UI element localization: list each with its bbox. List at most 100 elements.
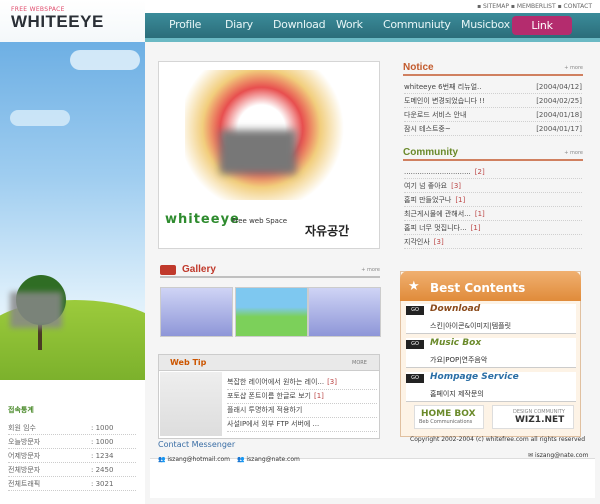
cloud: [70, 50, 140, 70]
best-contents-title: Best Contents: [430, 281, 526, 295]
community-text[interactable]: 지각인사: [404, 236, 430, 248]
stat-label: 전체방문자: [8, 466, 41, 474]
banner-title: WIZ1.NET: [515, 415, 565, 425]
community-row[interactable]: 홈피 만들었구나 [1]: [404, 194, 582, 207]
top-links[interactable]: ▪ SITEMAP ▪ MEMBERLIST ▪ CONTACT: [477, 3, 592, 10]
messenger-icon: 👥: [158, 456, 168, 463]
best-item-desc: 가요|POP|연주음악: [430, 356, 488, 364]
stat-row: 오늘방문자: 1000: [8, 435, 136, 449]
community-text[interactable]: 홈피 만들었구나: [404, 194, 451, 206]
stats-title: 접속통계: [8, 406, 34, 414]
stats-panel: 접속통계 회원 임수: 1000 오늘방문자: 1000 어제방문자: 1234…: [8, 405, 136, 491]
email-text[interactable]: iszang@nate.com: [535, 452, 588, 459]
main-nav: Profile Diary Download Work Communiuty M…: [145, 13, 600, 38]
best-item-download[interactable]: GO Download 스킨|아이콘&이미지|템플릿: [406, 304, 576, 334]
gallery-title: Gallery: [182, 264, 216, 275]
notice-title: Notice: [403, 62, 434, 73]
comment-count: [3]: [327, 378, 337, 386]
email-text[interactable]: iszang@hotmail.com: [167, 456, 230, 463]
community-row[interactable]: 홈피 너무 멋집니다... [1]: [404, 222, 582, 235]
gallery-thumb[interactable]: [235, 287, 308, 337]
camera-icon: [160, 265, 176, 275]
nav-community[interactable]: Communiuty: [383, 18, 451, 31]
webtip-text[interactable]: 사설IP에서 외부 FTP 서버에 ...: [227, 420, 319, 428]
webtip-row[interactable]: 복잡한 레이어에서 원하는 레이... [3]: [227, 376, 377, 390]
email-text[interactable]: iszang@nate.com: [246, 456, 299, 463]
cloud: [10, 110, 70, 126]
webtip-text[interactable]: 복잡한 레이어에서 원하는 레이...: [227, 378, 324, 386]
community-row[interactable]: 지각인사 [3]: [404, 236, 582, 249]
notice-text[interactable]: whiteeye 6번째 리뉴얼..: [404, 81, 481, 93]
hero-korean-title: 자유공간: [305, 224, 350, 238]
homebox-banner[interactable]: HOME BOX Beb Communications: [414, 405, 484, 429]
community-text[interactable]: 최근게시물에 관해서...: [404, 208, 471, 220]
notice-row[interactable]: 다운로드 서비스 안내 [2004/01/18]: [404, 109, 582, 122]
best-item-title[interactable]: Music Box: [430, 338, 481, 348]
notice-row[interactable]: 도메인이 변경되었습니다 !! [2004/02/25]: [404, 95, 582, 108]
stat-row: 어제방문자: 1234: [8, 449, 136, 463]
comment-count: [2]: [474, 168, 485, 176]
webtip-row[interactable]: 포토샵 폰트이름 한글로 보기 [1]: [227, 390, 377, 404]
community-text[interactable]: 여기 넘 좋아요: [404, 180, 447, 192]
banner-sub: DESIGN COMMUNITY: [513, 409, 565, 415]
community-more-link[interactable]: + more: [564, 150, 583, 156]
best-item-musicbox[interactable]: GO Music Box 가요|POP|연주음악: [406, 338, 576, 368]
notice-date: [2004/04/12]: [536, 83, 582, 91]
hero-subtitle: Free web Space: [232, 217, 288, 225]
community-row[interactable]: 여기 넘 좋아요 [3]: [404, 180, 582, 193]
webtip-text[interactable]: 플래시 투명하게 적용하기: [227, 406, 302, 414]
comment-count: [1]: [474, 210, 485, 218]
best-item-homepage[interactable]: GO Hompage Service 홈페이지 제작문의: [406, 372, 576, 402]
nav-musicbox[interactable]: Musicbox: [461, 18, 510, 31]
email-contact[interactable]: ✉ iszang@nate.com: [528, 452, 588, 459]
notice-text[interactable]: 다운로드 서비스 안내: [404, 109, 466, 121]
best-item-title[interactable]: Hompage Service: [430, 372, 519, 382]
site-logo[interactable]: WHITEEYE: [11, 12, 104, 32]
contact-messenger-title: Contact Messenger: [158, 440, 236, 449]
notice-date: [2004/02/25]: [536, 97, 582, 105]
email-hotmail[interactable]: 👥 iszang@hotmail.com: [158, 456, 230, 463]
email-nate[interactable]: 👥 iszang@nate.com: [237, 456, 300, 463]
footer: [150, 458, 595, 498]
star-icon: ★: [408, 279, 420, 294]
banner-title: HOME BOX: [421, 409, 476, 419]
notice-header: Notice + more: [403, 62, 583, 76]
community-text[interactable]: 홈피 너무 멋집니다...: [404, 222, 467, 234]
notice-row[interactable]: 잠시 테스트중~ [2004/01/17]: [404, 123, 582, 136]
nav-link[interactable]: Link: [512, 16, 572, 35]
notice-date: [2004/01/17]: [536, 125, 582, 133]
webtip-row[interactable]: 플래시 투명하게 적용하기: [227, 404, 377, 418]
community-title: Community: [403, 147, 458, 158]
mail-icon: ✉: [528, 452, 535, 459]
nav-diary[interactable]: Diary: [225, 18, 253, 31]
stat-label: 어제방문자: [8, 452, 41, 460]
community-row[interactable]: .............................. [2]: [404, 166, 582, 179]
gallery-thumb[interactable]: [308, 287, 381, 337]
webtip-text[interactable]: 포토샵 폰트이름 한글로 보기: [227, 392, 311, 400]
webtip-image: [160, 372, 222, 436]
go-button[interactable]: GO: [406, 340, 424, 349]
community-text[interactable]: ..............................: [404, 166, 471, 178]
go-button[interactable]: GO: [406, 374, 424, 383]
stat-row: 회원 임수: 1000: [8, 421, 136, 435]
notice-date: [2004/01/18]: [536, 111, 582, 119]
nav-profile[interactable]: Profile: [169, 18, 201, 31]
gallery-thumb[interactable]: [160, 287, 233, 337]
webtip-title: Web Tip: [170, 358, 207, 367]
gallery-header: Gallery + more: [160, 264, 380, 278]
notice-text[interactable]: 잠시 테스트중~: [404, 123, 451, 135]
nav-download[interactable]: Download: [273, 18, 326, 31]
notice-text[interactable]: 도메인이 변경되었습니다 !!: [404, 95, 485, 107]
gallery-more-link[interactable]: + more: [361, 267, 380, 273]
notice-more-link[interactable]: + more: [564, 65, 583, 71]
webtip-row[interactable]: 사설IP에서 외부 FTP 서버에 ...: [227, 418, 377, 432]
go-button[interactable]: GO: [406, 306, 424, 315]
best-item-title[interactable]: Download: [430, 304, 480, 314]
community-row[interactable]: 최근게시물에 관해서... [1]: [404, 208, 582, 221]
wizl-banner[interactable]: DESIGN COMMUNITY WIZ1.NET: [492, 405, 574, 429]
nav-work[interactable]: Work: [336, 18, 363, 31]
notice-row[interactable]: whiteeye 6번째 리뉴얼.. [2004/04/12]: [404, 81, 582, 94]
webtip-more-link[interactable]: MORE: [352, 360, 367, 366]
stat-label: 전체트래픽: [8, 480, 41, 488]
blurred-image: [10, 292, 62, 328]
